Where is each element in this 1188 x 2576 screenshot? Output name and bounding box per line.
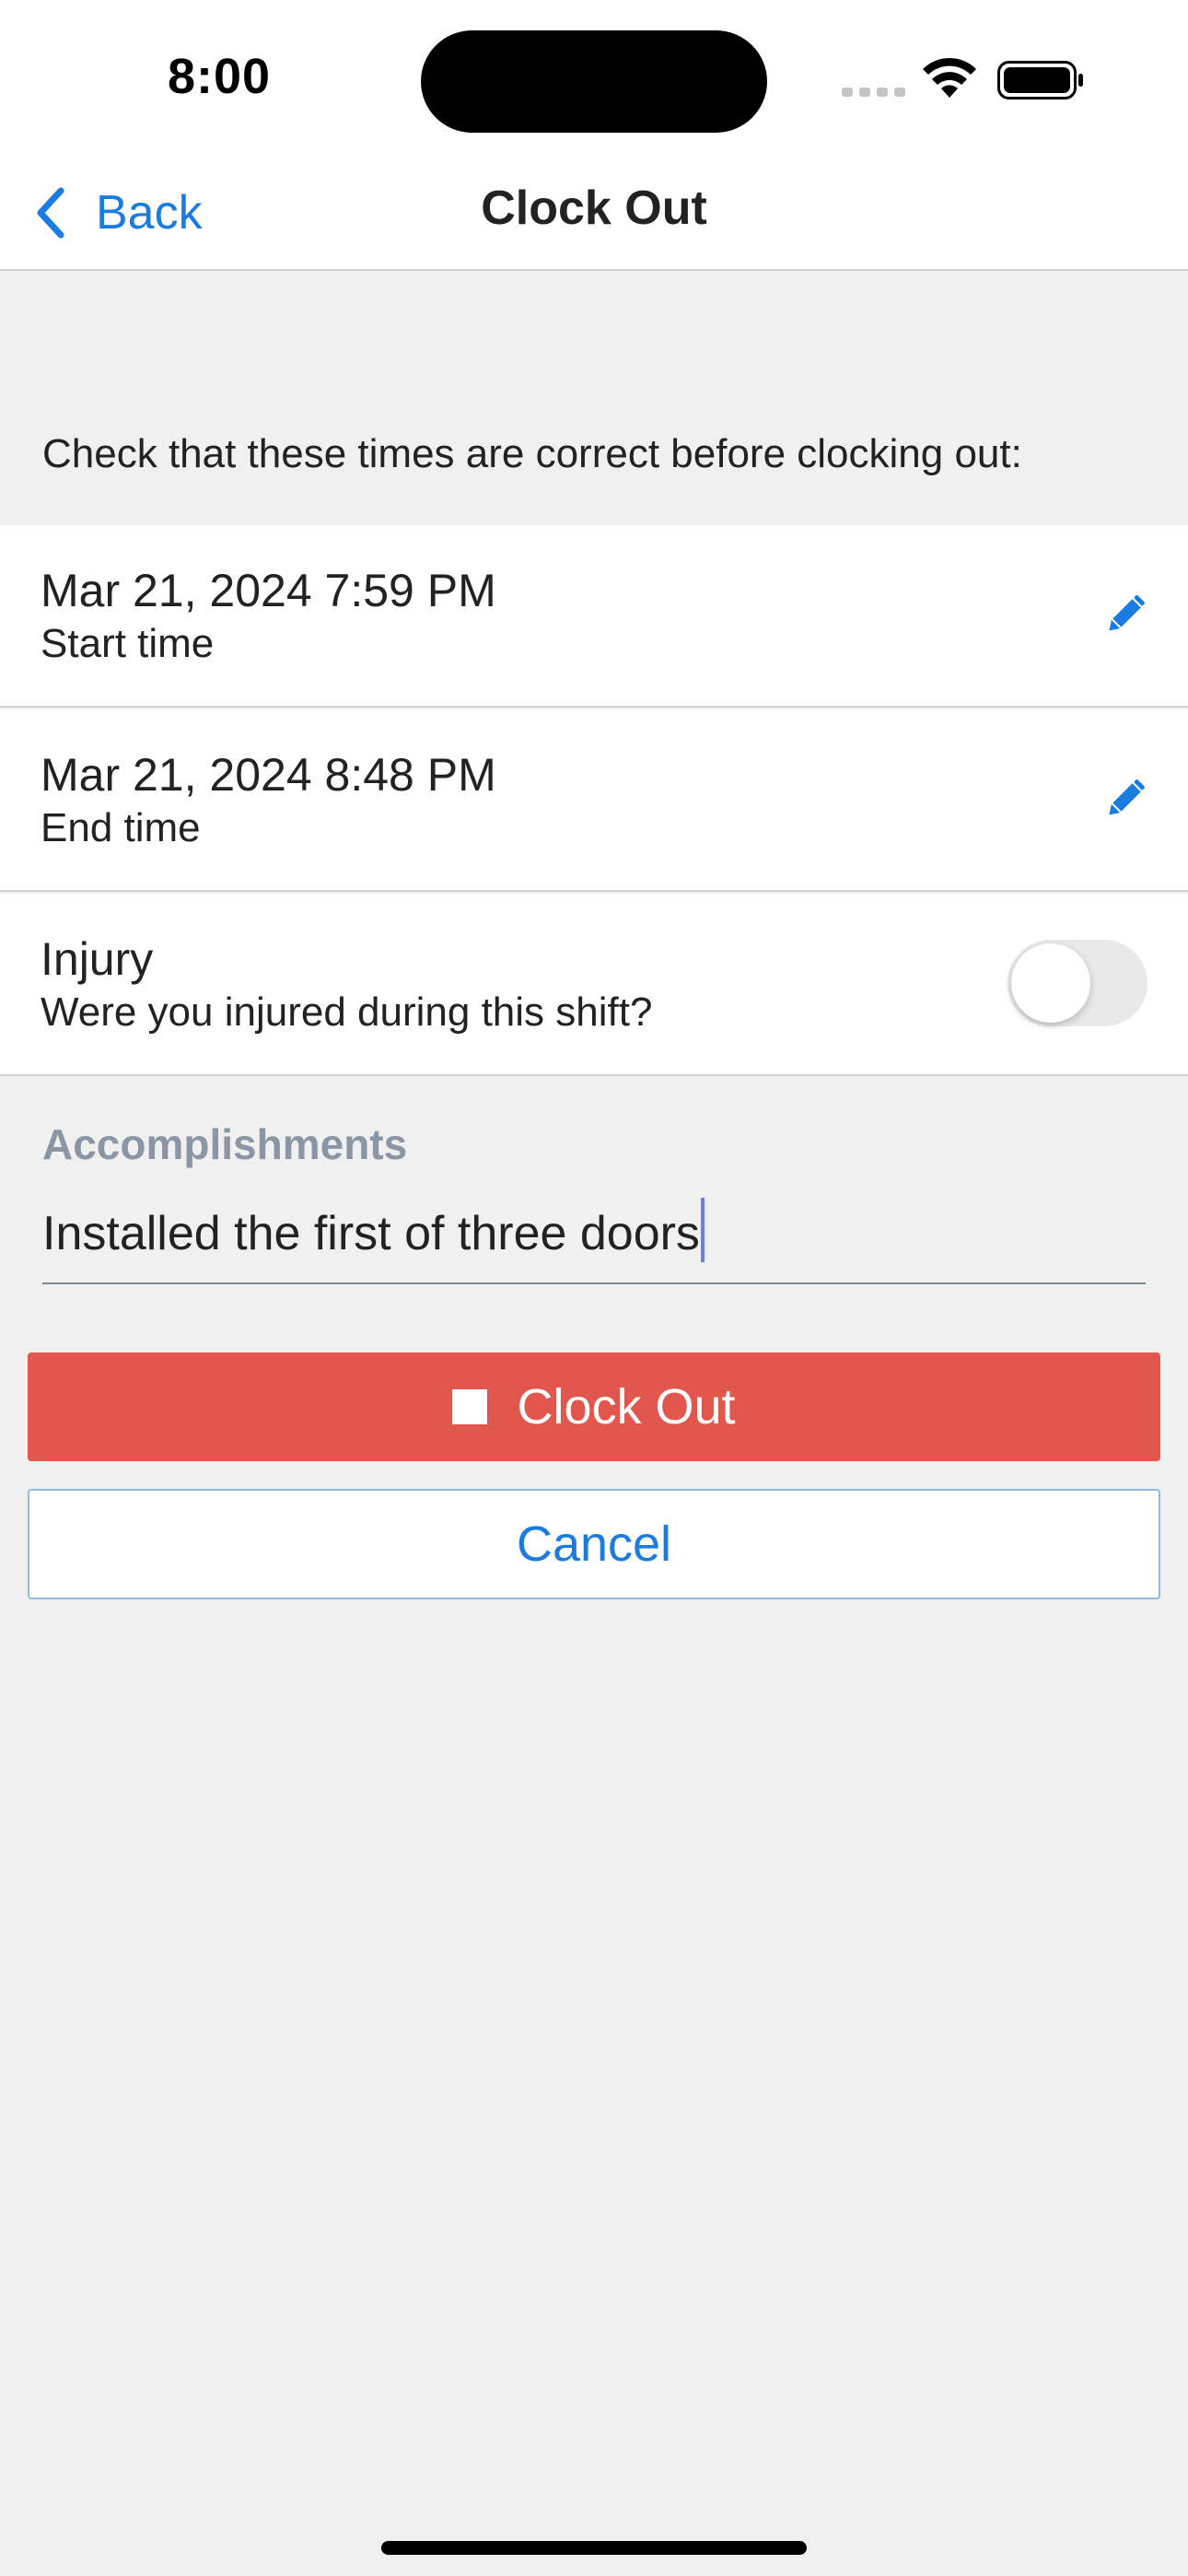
battery-icon (997, 61, 1083, 100)
end-time-row: Mar 21, 2024 8:48 PM End time (0, 709, 1188, 892)
cellular-signal-icon (842, 88, 905, 97)
instructions-text: Check that these times are correct befor… (42, 431, 1022, 476)
injury-title: Injury (41, 933, 154, 985)
edit-start-time-pencil-icon[interactable] (1096, 589, 1151, 644)
injury-toggle[interactable] (1007, 940, 1147, 1026)
start-time-row: Mar 21, 2024 7:59 PM Start time (0, 525, 1188, 708)
text-caret (700, 1198, 705, 1262)
clock-out-button[interactable]: Clock Out (28, 1352, 1160, 1461)
page-title: Clock Out (481, 181, 707, 235)
cancel-button[interactable]: Cancel (28, 1489, 1160, 1599)
home-indicator (381, 2541, 807, 2555)
dynamic-island (421, 30, 767, 133)
toggle-knob (1011, 943, 1090, 1023)
wifi-icon (923, 57, 976, 98)
end-time-value: Mar 21, 2024 8:48 PM (41, 749, 496, 801)
start-time-value: Mar 21, 2024 7:59 PM (41, 565, 496, 616)
end-time-label: End time (41, 805, 201, 850)
accomplishments-label: Accomplishments (42, 1120, 408, 1168)
clock-out-button-label: Clock Out (517, 1379, 736, 1434)
start-time-label: Start time (41, 621, 215, 666)
accomplishments-text: Installed the first of three doors (42, 1207, 700, 1260)
accomplishments-input[interactable]: Installed the first of three doors (42, 1188, 1146, 1284)
injury-question: Were you injured during this shift? (41, 989, 653, 1035)
cancel-button-label: Cancel (516, 1516, 672, 1572)
stop-icon (452, 1389, 488, 1424)
navigation-bar: Back Clock Out (0, 157, 1188, 271)
injury-row: Injury Were you injured during this shif… (0, 894, 1188, 1076)
status-bar: 8:00 (0, 0, 1188, 157)
status-time: 8:00 (168, 49, 272, 104)
edit-end-time-pencil-icon[interactable] (1096, 773, 1151, 828)
accomplishments-value: Installed the first of three doors (42, 1198, 705, 1262)
